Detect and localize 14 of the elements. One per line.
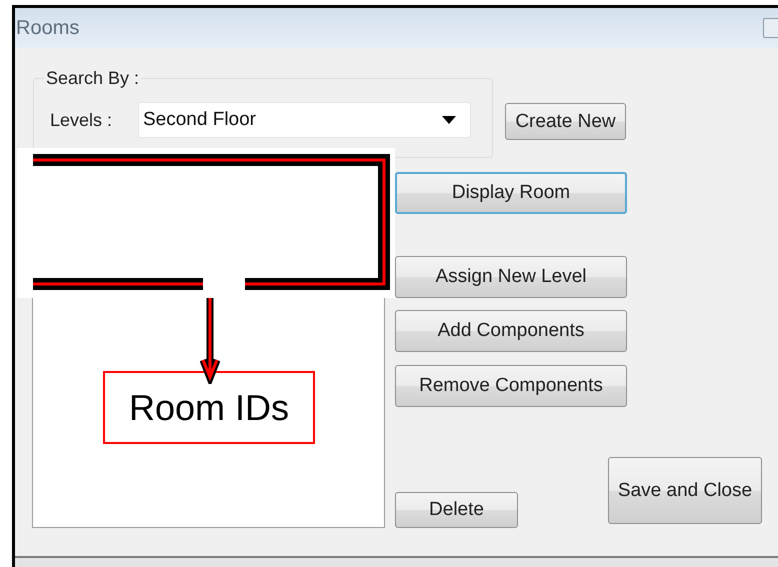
action-button[interactable]: Assign New Level bbox=[395, 256, 627, 298]
caret-icon bbox=[442, 116, 456, 124]
action-button[interactable]: Display Room bbox=[395, 172, 627, 214]
levels-label: Levels : bbox=[50, 110, 114, 130]
room-list[interactable]: Room IDs bbox=[32, 298, 385, 528]
create-new-button[interactable]: Create New bbox=[505, 103, 626, 140]
callout-label: Room IDs bbox=[103, 371, 315, 444]
save-and-close-button[interactable]: Save and Close bbox=[608, 457, 762, 524]
action-button[interactable]: Add Components bbox=[395, 310, 627, 352]
group-title: Search By : bbox=[44, 68, 142, 89]
levels-dropdown[interactable]: Second Floor bbox=[138, 102, 471, 138]
action-button[interactable]: Remove Components bbox=[395, 365, 627, 407]
window-title: Rooms bbox=[16, 16, 80, 40]
delete-button[interactable]: Delete bbox=[395, 492, 518, 528]
